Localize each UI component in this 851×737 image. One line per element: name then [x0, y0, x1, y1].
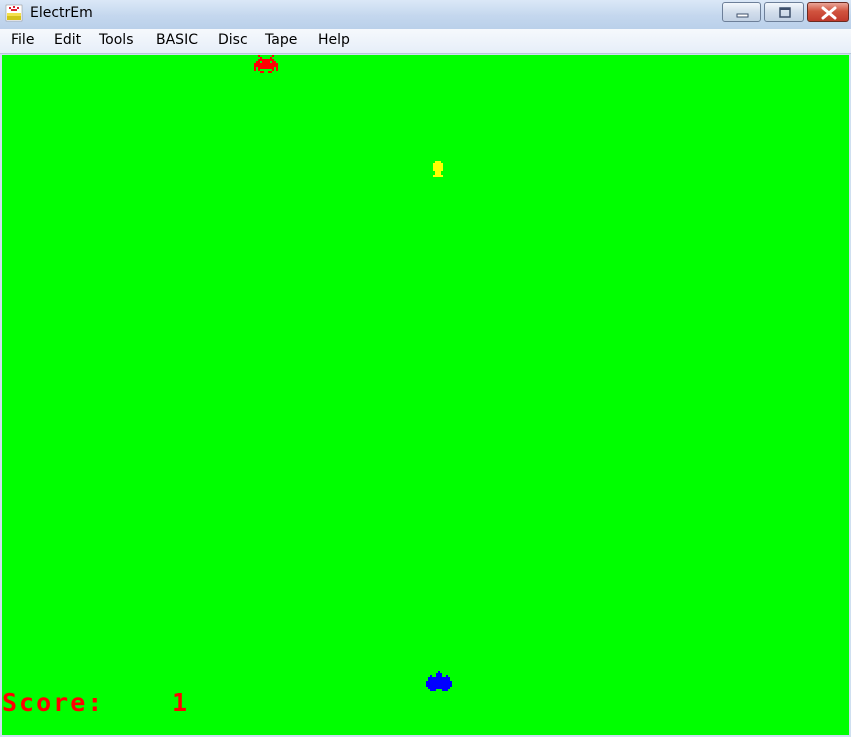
- menu-disc[interactable]: Disc: [218, 32, 248, 48]
- emulator-window: ElectrEm File Edit Tools BASIC Disc Tape…: [0, 0, 851, 737]
- score-label: Score:: [2, 688, 105, 717]
- menu-bar: File Edit Tools BASIC Disc Tape Help: [0, 29, 851, 54]
- maximize-button[interactable]: [764, 2, 804, 22]
- menu-edit[interactable]: Edit: [54, 32, 81, 48]
- menu-file[interactable]: File: [11, 32, 34, 48]
- close-button[interactable]: [807, 2, 849, 22]
- electrem-app-icon: [5, 4, 23, 22]
- score-value: 1: [172, 688, 188, 717]
- menu-tape[interactable]: Tape: [265, 32, 297, 48]
- close-icon: [821, 6, 837, 20]
- window-title: ElectrEm: [30, 5, 93, 21]
- minimize-button[interactable]: [722, 2, 761, 22]
- maximize-icon: [779, 7, 791, 18]
- minimize-icon: [736, 13, 749, 18]
- bullet-icon: [433, 161, 443, 177]
- emulator-screen[interactable]: [2, 55, 849, 735]
- menu-tools[interactable]: Tools: [99, 32, 134, 48]
- alien-invader-icon: [254, 55, 278, 73]
- title-bar[interactable]: ElectrEm: [0, 0, 851, 29]
- menu-basic[interactable]: BASIC: [156, 32, 198, 48]
- player-ship-icon: [426, 671, 452, 691]
- menu-help[interactable]: Help: [318, 32, 350, 48]
